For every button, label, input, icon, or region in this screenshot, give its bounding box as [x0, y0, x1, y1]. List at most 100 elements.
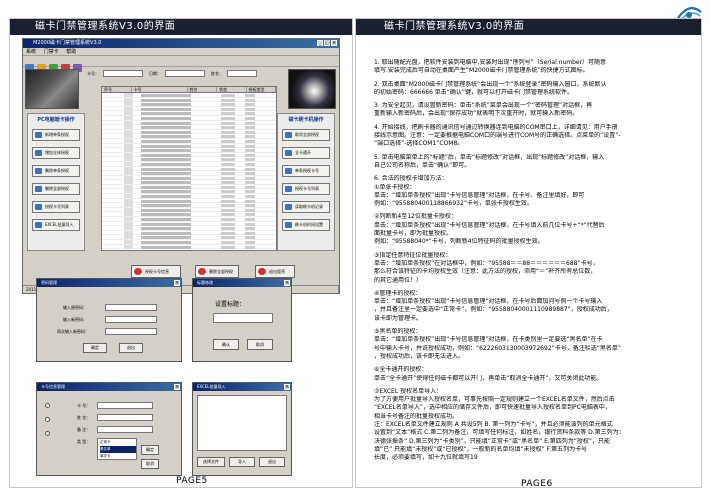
close-icon: × [174, 384, 180, 390]
ok-button: 确定 [83, 343, 107, 353]
excel-import-dialog: EXCEL批量导入 × 选择文件 导入 退出 [192, 382, 292, 476]
left-button: 新增单条授权 [32, 129, 80, 141]
import-button: 导入 [229, 457, 255, 467]
text-line: ，授权成功后，该卡即无法进入。 [374, 352, 465, 360]
radio-icon [45, 431, 50, 436]
text-line: 例如：“955880400118866932”卡号，单张卡授权生效。 [374, 200, 533, 208]
close-icon: × [284, 280, 290, 286]
confirm-button: 确认 [213, 339, 239, 350]
right-panel-title: 磁卡刷卡机操作 [288, 117, 324, 123]
text-line: 填“已” 只能填“未授权”或“已授权”，一般新的名单均填“未授权” F.第五列为… [374, 445, 588, 453]
right-button: 刷卡机时间设置 [282, 219, 330, 231]
new-password-field [105, 316, 157, 323]
menu-system: 系统 [26, 49, 37, 55]
dialog-title-text: EXCEL批量导入 [197, 384, 226, 389]
field-label: 姓 名： [77, 415, 91, 420]
right-button: 读取刷卡机记录 [282, 201, 330, 213]
confirm-password-field [105, 328, 157, 335]
menu-bar: 系统 门禁卡 帮助 [23, 48, 339, 56]
document-spread: 磁卡门禁管理系统V3.0的界面 M2000磁卡门禁管理系统V3.0 _ □ × 系统 … [0, 0, 710, 502]
text-line: 自己公司名称后，单击“确认”即可。 [374, 161, 471, 169]
field-label: 卡 号： [77, 403, 91, 408]
text-line: 注：EXCEL名单文件建立规则 A 共设5列 B. 第一列为“卡号”，并且必须能… [374, 420, 613, 428]
field-label: 设置标题： [215, 301, 246, 308]
search-area: 卡号： 日期： 姓名： [85, 68, 275, 82]
text-line: 单击：“增加单条授权”在对话框中，例如：“95588＝＝88＝＝＝＝＝＝688”… [374, 259, 599, 267]
text-line: 相当卡号备注的批量授权成功。 [374, 412, 459, 420]
text-line: ②列断新4至12位批量卡授权： [374, 213, 457, 221]
old-password-field [105, 304, 157, 311]
bottom-button: 退出程序 [255, 265, 295, 278]
toolbar [23, 56, 339, 72]
dialog-title-text: 卡号信息管理 [41, 384, 65, 389]
name-field [97, 414, 153, 421]
right-button: 全卡通开 [282, 147, 330, 159]
brand-photo [25, 69, 79, 109]
search-card-label: 卡号： [87, 71, 99, 76]
text-line: 的初始密码：666666 单击“确认”键，就可以打开磁卡门禁管理系统软件。 [374, 88, 574, 96]
choose-file-button: 选择文件 [197, 457, 225, 467]
page-title: 磁卡门禁管理系统V3.0的界面 [10, 19, 352, 35]
table-rows [102, 93, 276, 250]
left-panel-title: PC电脑端卡操作 [37, 117, 75, 123]
text-line: 单击：“增加单条授权”出现“卡号信息管理”对话框，在卡号后面加问号例一个卡号输入 [374, 298, 603, 306]
text-line: 6. 合法的授权卡增加方法： [374, 175, 448, 183]
minimize-icon: _ [317, 40, 323, 46]
text-line: ⑥全卡通开的授权： [374, 366, 428, 374]
page-number: PAGE6 [521, 479, 553, 488]
column-header: 卡号 [132, 87, 188, 92]
search-date-label: 日期： [149, 71, 161, 76]
text-line: 的其它通用位！） [374, 276, 423, 284]
type-select: 正常卡 黑名单 单次卡 [97, 438, 137, 460]
instructions-text: 1. 取出随配光盘，把软件安装到电脑中,安装时出现“序列号”（Serial nu… [374, 59, 696, 462]
text-line: 接线示意图。注意：一定要根据电脑COM口的端号进行COM号的正确选择。点菜单的“… [374, 132, 621, 140]
option: 正常卡 [100, 440, 111, 444]
column-header: 序号 [102, 87, 132, 92]
option: 单次卡 [100, 454, 111, 458]
text-line: ③指定任意特征位批量授权： [374, 251, 452, 259]
file-list [197, 395, 287, 451]
text-line: 决德张振条“ D.第三列为“卡类别”，只能填“正常卡”或“黑名单” E.第四列为… [374, 437, 611, 445]
menu-card: 门禁卡 [43, 49, 59, 55]
column-header: 授权类型 [247, 87, 276, 92]
right-panel: 磁卡刷卡机操作 取消全部授权 全卡通开 单条授权卡号 授权卡号列表 读取刷卡机记… [277, 113, 335, 251]
field-label: 输入新密码： [63, 317, 87, 322]
main-window-screenshot: M2000磁卡门禁管理系统V3.0 _ □ × 系统 门禁卡 帮助 卡号： 日期： 姓… [22, 38, 340, 294]
text-line: 填写.安装完成后可自动在桌面产生“M2000磁卡门禁管理系统”的快捷方式图标。 [374, 67, 589, 75]
page-title: 磁卡门禁管理系统V3.0的界面 [356, 19, 701, 35]
bottom-button: 授权卡号信息 [131, 265, 181, 278]
text-line: 该卡即为管理卡。 [374, 314, 423, 322]
right-button: 取消全部授权 [282, 129, 330, 141]
text-line: 3. 为安全起见，请设置新密码：单击“系统”菜单会出现一个“密码管理”对话框，再 [374, 102, 593, 110]
text-line: “EXCEL名单导入”，选中相应的储存文件后，即可快速批量导入授权名单到PC电脑… [374, 404, 611, 412]
left-panel: PC电脑端卡操作 新增单条授权 增加全体授权 删除单条授权 删除全部授权 授权卡… [27, 113, 85, 251]
text-line: 2. 双击桌面“M2000磁卡门禁管理系统”会出现一个“系统登录”密码输入窗口，… [374, 80, 607, 88]
close-icon: × [284, 384, 290, 390]
radio-icon [45, 417, 50, 422]
option-selected: 黑名单 [100, 446, 136, 453]
search-card-input [103, 70, 143, 77]
close-icon: × [331, 40, 337, 46]
text-line: 重新输入新密码后，会出现“保存成功”就表明下次重开时，就可输入新密码。 [374, 110, 579, 118]
cancel-button: 取消 [141, 459, 159, 469]
text-line: 为了方便用户批量导入授权名单，可事先按照一定规则建立一个EXCEL名单文件，然后… [374, 396, 615, 404]
window-title: M2000磁卡门禁管理系统V3.0 [33, 40, 102, 46]
dialog-title-text: 标题修改 [197, 280, 213, 285]
right-button: 单条授权卡号 [282, 165, 330, 177]
card-info-dialog: 卡号信息管理 × 卡 号： 姓 名： 备 注： 类 型： 正常卡 黑名单 单次卡 … [36, 382, 182, 476]
table-row [102, 244, 276, 250]
text-line: 面批量卡号，即为批量授权。 [374, 230, 453, 238]
cancel-button: 取消 [247, 339, 273, 350]
text-line: ⑤黑名单的授权： [374, 328, 422, 336]
ok-button: 确定 [141, 445, 159, 455]
left-page: 磁卡门禁管理系统V3.0的界面 M2000磁卡门禁管理系统V3.0 _ □ × 系统 … [9, 18, 353, 488]
text-line: ④管理卡的授权： [374, 289, 422, 297]
left-button: 增加全体授权 [32, 147, 80, 159]
text-line: 设置到“文本”格式 C.第二列为备注，可填写任何标注，如姓名，银行资料条款等 D… [374, 429, 625, 437]
dialog-title: EXCEL批量导入 × [193, 383, 291, 391]
title-input [213, 313, 273, 323]
cancel-button: 退出 [119, 343, 143, 353]
field-label: 输入原密码： [63, 305, 87, 310]
text-line: 单击：“增加单条授权”出现“卡号信息管理”对话框，在卡类别里一定要选“黑名单”在… [374, 336, 603, 344]
right-button: 授权卡号列表 [282, 183, 330, 195]
